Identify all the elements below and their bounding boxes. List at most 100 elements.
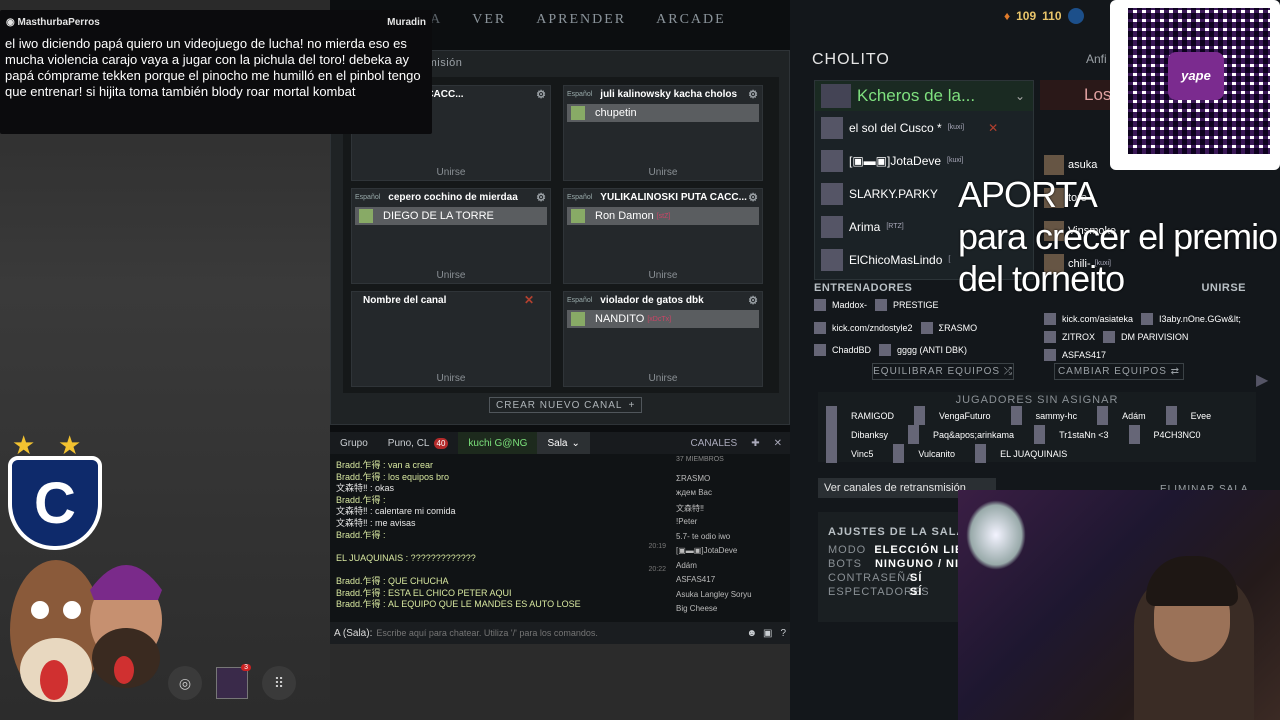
tab-sala[interactable]: Sala ⌄	[537, 432, 590, 454]
channel-card[interactable]: Español cepero cochino de mierdaa ⚙ DIEGO D…	[351, 188, 551, 284]
gear-icon[interactable]: ⚙	[748, 294, 758, 307]
gear-icon[interactable]: ⚙	[748, 88, 758, 101]
channel-card[interactable]: Español YULIKALINOSKI PUTA CACC... ⚙ Ron Da…	[563, 188, 763, 284]
emoji-icon[interactable]: ☻	[746, 628, 757, 639]
join-button[interactable]: Unirse	[564, 270, 762, 281]
channels-label[interactable]: CANALES	[691, 438, 738, 449]
unassigned-player[interactable]: Tr1staNn <3	[1034, 425, 1118, 444]
member-item[interactable]: ASFAS417	[676, 575, 784, 590]
shuffle-icon: ⤮	[1003, 366, 1013, 377]
player-name: RAMIGOD	[851, 410, 895, 421]
currency-display: ♦ 109 110	[1004, 8, 1084, 24]
join-button[interactable]: Unirse	[564, 167, 762, 178]
unassigned-player[interactable]: EL JUAQUINAIS	[975, 444, 1077, 463]
create-channel-button[interactable]: CREAR NUEVO CANAL +	[489, 397, 643, 413]
coach-entry[interactable]: ASFAS417	[1044, 346, 1106, 364]
chat-panel: Grupo Puno, CL 40 kuchi G@NG Sala ⌄ CANALE…	[330, 432, 790, 644]
balance-teams-button[interactable]: EQUILIBRAR EQUIPOS ⤮	[872, 363, 1014, 380]
guild-button[interactable]: 3	[216, 664, 251, 699]
coach-entry[interactable]: ΣRASMO	[920, 319, 977, 337]
headset-icon[interactable]: ◎	[168, 666, 202, 700]
overlay-user: ◉ MasthurbaPerros	[6, 16, 100, 28]
team-avatar	[821, 84, 851, 108]
unassigned-player[interactable]: Evee	[1165, 406, 1222, 425]
member-item[interactable]: [▣▬▣]JotaDeve	[676, 546, 784, 561]
unassigned-player[interactable]: VengaFuturo	[914, 406, 1001, 425]
kick-icon[interactable]: ✕	[988, 121, 998, 135]
radiant-header[interactable]: Kcheros de la... ⌄	[815, 81, 1033, 111]
nav-item-aprender[interactable]: APRENDER	[536, 12, 626, 28]
coach-entry[interactable]: PRESTIGE	[875, 296, 939, 314]
coach-entry[interactable]: ZITROX	[1044, 328, 1095, 346]
player-name: Evee	[1190, 410, 1212, 421]
gear-icon[interactable]: ⚙	[748, 191, 758, 204]
settings-row: CONTRASEÑA SÍ	[818, 572, 968, 586]
channel-card[interactable]: Español juli kalinowsky kacha cholos ⚙ chup…	[563, 85, 763, 181]
stream-chat-overlay: ◉ MasthurbaPerros Muradin el iwo diciend…	[0, 10, 432, 134]
channel-card[interactable]: Español violador de gatos dbk ⚙ NANDITO [xDc…	[563, 291, 763, 387]
close-icon[interactable]: ✕	[774, 438, 782, 449]
chat-input[interactable]	[376, 628, 741, 638]
member-item[interactable]: Adám	[676, 561, 784, 576]
unassigned-player[interactable]: Dibanksy	[826, 425, 898, 444]
player-avatar	[1034, 425, 1046, 444]
gear-icon[interactable]: ⚙	[536, 88, 546, 101]
unassigned-player[interactable]: Vinc5	[826, 444, 883, 463]
chat-line: Bradd.乍得 :	[336, 529, 386, 540]
unassigned-player[interactable]: P4CH3NC0	[1128, 425, 1211, 444]
join-button[interactable]: Unirse	[352, 373, 550, 384]
close-icon[interactable]: ✕	[524, 293, 534, 307]
unassigned-player[interactable]: Adám	[1097, 406, 1156, 425]
chevron-down-icon: ⌄	[571, 437, 580, 449]
unassigned-player[interactable]: Vulcanito	[893, 444, 965, 463]
join-button[interactable]: Unirse	[352, 167, 550, 178]
player-row[interactable]: el sol del Cusco * [kuxi] ✕	[815, 111, 1033, 144]
player-name: Tr1staNn <3	[1059, 429, 1109, 440]
coach-entry[interactable]: ChaddBD	[814, 341, 871, 359]
chat-target: A (Sala):	[334, 627, 373, 639]
unassigned-player[interactable]: Paq&apos;arinkama	[908, 425, 1024, 444]
coach-entry[interactable]: kick.com/asiateka	[1044, 310, 1133, 328]
coach-entry[interactable]: gggg (ANTI DBK)	[879, 341, 967, 359]
tab-kuchi[interactable]: kuchi G@NG	[458, 432, 538, 454]
next-arrow-icon[interactable]: ▶	[1256, 370, 1268, 390]
donation-line-3: del torneito	[958, 258, 1125, 299]
coach-avatar	[1044, 331, 1056, 343]
member-item[interactable]: 文森特‼	[676, 503, 784, 518]
friends-icon[interactable]: ⠿	[262, 666, 296, 700]
setting-key: MODO	[828, 544, 867, 556]
member-item[interactable]: Big Cheese	[676, 604, 784, 618]
channel-card[interactable]: Nombre del canal ✕ Unirse	[351, 291, 551, 387]
join-button[interactable]: Unirse	[352, 270, 550, 281]
image-icon[interactable]: ▣	[763, 628, 772, 639]
member-item[interactable]: ΣRASMO	[676, 474, 784, 489]
gear-icon[interactable]: ⚙	[536, 191, 546, 204]
player-name: Paq&apos;arinkama	[933, 429, 1015, 440]
setting-key: ESPECTADORES	[828, 586, 930, 598]
chevron-down-icon[interactable]: ⌄	[1015, 89, 1025, 103]
nav-item-ver[interactable]: VER	[472, 12, 506, 28]
member-item[interactable]: !Peter	[676, 517, 784, 532]
add-channel-icon[interactable]: ✚	[751, 438, 759, 449]
player-row[interactable]: [▣▬▣]JotaDeve [kuxi]	[815, 144, 1033, 177]
member-item[interactable]: ждем Вас	[676, 488, 784, 503]
unassigned-player[interactable]: RAMIGOD	[826, 406, 904, 425]
change-teams-button[interactable]: CAMBIAR EQUIPOS ⇄	[1054, 363, 1184, 380]
tab-grupo[interactable]: Grupo	[330, 432, 378, 454]
dire-header[interactable]: Los	[1040, 80, 1110, 110]
donkey-tongue	[40, 660, 68, 700]
coach-entry[interactable]: I3aby.nOne.GGw&lt;	[1141, 310, 1241, 328]
member-item[interactable]: 5.7- te odio iwo	[676, 532, 784, 547]
player-name: Adám	[1122, 410, 1146, 421]
coach-entry[interactable]: Maddox-	[814, 296, 867, 314]
member-item[interactable]: Asuka Langley Soryu	[676, 590, 784, 605]
nav-item-arcade[interactable]: ARCADE	[656, 12, 726, 28]
unassigned-grid: RAMIGOD VengaFuturo sammy-hc Adám Evee Dibank…	[818, 406, 1256, 463]
coach-entry[interactable]: DM PARIVISION	[1103, 328, 1188, 346]
help-icon[interactable]: ?	[780, 628, 786, 639]
unassigned-player[interactable]: sammy-hc	[1010, 406, 1088, 425]
unread-badge: 40	[433, 437, 449, 449]
join-button[interactable]: Unirse	[564, 373, 762, 384]
tab-puno[interactable]: Puno, CL 40	[378, 432, 459, 454]
coach-entry[interactable]: kick.com/zndostyle2	[814, 319, 913, 337]
